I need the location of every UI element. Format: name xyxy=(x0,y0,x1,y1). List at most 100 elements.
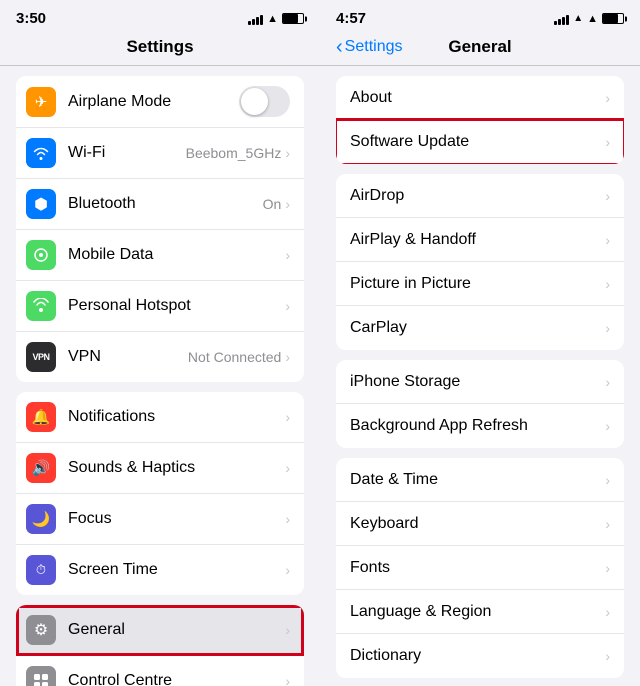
background-refresh-label: Background App Refresh xyxy=(350,417,605,435)
focus-row[interactable]: 🌙 Focus › xyxy=(16,494,304,545)
fonts-chevron: › xyxy=(605,560,610,576)
about-row[interactable]: About › xyxy=(336,76,624,120)
sounds-chevron: › xyxy=(285,460,290,476)
general-label: General xyxy=(68,621,285,639)
sounds-icon: 🔊 xyxy=(26,453,56,483)
left-phone-panel: 3:50 ▲ Settings ✈ Airplane Mode xyxy=(0,0,320,686)
sounds-row[interactable]: 🔊 Sounds & Haptics › xyxy=(16,443,304,494)
general-list[interactable]: About › Software Update › AirDrop › AirP… xyxy=(320,66,640,686)
connectivity-general-group: AirDrop › AirPlay & Handoff › Picture in… xyxy=(336,174,624,350)
connectivity-group: ✈ Airplane Mode Wi-Fi Beebom_5GHz › xyxy=(16,76,304,382)
wifi-value: Beebom_5GHz xyxy=(186,145,282,161)
general-icon: ⚙ xyxy=(26,615,56,645)
carplay-chevron: › xyxy=(605,320,610,336)
storage-group: iPhone Storage › Background App Refresh … xyxy=(336,360,624,448)
picture-row[interactable]: Picture in Picture › xyxy=(336,262,624,306)
right-battery-icon xyxy=(602,13,624,24)
vpn-value: Not Connected xyxy=(188,349,281,365)
airplane-label: Airplane Mode xyxy=(68,93,239,111)
back-label[interactable]: Settings xyxy=(345,38,403,56)
dictionary-row[interactable]: Dictionary › xyxy=(336,634,624,678)
wifi-label: Wi-Fi xyxy=(68,144,186,162)
bluetooth-label: Bluetooth xyxy=(68,195,263,213)
iphone-storage-label: iPhone Storage xyxy=(350,373,605,391)
notifications-chevron: › xyxy=(285,409,290,425)
system-group: 🔔 Notifications › 🔊 Sounds & Haptics › 🌙… xyxy=(16,392,304,595)
general-chevron: › xyxy=(285,622,290,638)
vpn-label: VPN xyxy=(68,348,188,366)
general-row[interactable]: ⚙ General › xyxy=(16,605,304,656)
hotspot-label: Personal Hotspot xyxy=(68,297,285,315)
back-chevron-icon: ‹ xyxy=(336,37,343,57)
screentime-chevron: › xyxy=(285,562,290,578)
back-button[interactable]: ‹ Settings xyxy=(336,37,402,57)
software-update-label: Software Update xyxy=(350,133,605,151)
airplay-label: AirPlay & Handoff xyxy=(350,231,605,249)
background-refresh-row[interactable]: Background App Refresh › xyxy=(336,404,624,448)
notifications-label: Notifications xyxy=(68,408,285,426)
wifi-row[interactable]: Wi-Fi Beebom_5GHz › xyxy=(16,128,304,179)
right-status-icons: ▲ ▲ xyxy=(554,13,624,25)
signal-icon xyxy=(248,13,263,25)
vpn-row[interactable]: VPN VPN Not Connected › xyxy=(16,332,304,382)
language-row[interactable]: Language & Region › xyxy=(336,590,624,634)
airplane-mode-row[interactable]: ✈ Airplane Mode xyxy=(16,76,304,128)
software-update-row[interactable]: Software Update › xyxy=(336,120,624,164)
focus-chevron: › xyxy=(285,511,290,527)
right-phone-panel: 4:57 ▲ ▲ ‹ Settings General About xyxy=(320,0,640,686)
language-chevron: › xyxy=(605,604,610,620)
notifications-row[interactable]: 🔔 Notifications › xyxy=(16,392,304,443)
locale-group: Date & Time › Keyboard › Fonts › Languag… xyxy=(336,458,624,678)
left-time: 3:50 xyxy=(16,10,46,27)
screentime-icon: ⏱ xyxy=(26,555,56,585)
airdrop-row[interactable]: AirDrop › xyxy=(336,174,624,218)
keyboard-row[interactable]: Keyboard › xyxy=(336,502,624,546)
bluetooth-value: On xyxy=(263,196,282,212)
mobile-data-label: Mobile Data xyxy=(68,246,285,264)
battery-icon xyxy=(282,13,304,24)
left-nav-title: Settings xyxy=(126,37,193,56)
general-nav-bar: ‹ Settings General xyxy=(320,33,640,66)
bluetooth-icon: ⬢ xyxy=(26,189,56,219)
vpn-chevron: › xyxy=(285,349,290,365)
fonts-label: Fonts xyxy=(350,559,605,577)
notifications-icon: 🔔 xyxy=(26,402,56,432)
info-group: About › Software Update › xyxy=(336,76,624,164)
bluetooth-chevron: › xyxy=(285,196,290,212)
bluetooth-row[interactable]: ⬢ Bluetooth On › xyxy=(16,179,304,230)
controlcentre-row[interactable]: Control Centre › xyxy=(16,656,304,686)
settings-list[interactable]: ✈ Airplane Mode Wi-Fi Beebom_5GHz › xyxy=(0,66,320,686)
airplane-toggle[interactable] xyxy=(239,86,290,117)
airplane-icon: ✈ xyxy=(26,87,56,117)
mobile-data-row[interactable]: Mobile Data › xyxy=(16,230,304,281)
iphone-storage-row[interactable]: iPhone Storage › xyxy=(336,360,624,404)
software-update-chevron: › xyxy=(605,134,610,150)
right-wifi-icon: ▲ xyxy=(587,13,598,25)
hotspot-chevron: › xyxy=(285,298,290,314)
right-signal-icon xyxy=(554,13,569,25)
screentime-label: Screen Time xyxy=(68,561,285,579)
airplay-row[interactable]: AirPlay & Handoff › xyxy=(336,218,624,262)
controlcentre-chevron: › xyxy=(285,673,290,686)
iphone-storage-chevron: › xyxy=(605,374,610,390)
personal-hotspot-row[interactable]: Personal Hotspot › xyxy=(16,281,304,332)
carplay-label: CarPlay xyxy=(350,319,605,337)
controlcentre-label: Control Centre xyxy=(68,672,285,686)
fonts-row[interactable]: Fonts › xyxy=(336,546,624,590)
controlcentre-icon xyxy=(26,666,56,686)
dictionary-label: Dictionary xyxy=(350,647,605,665)
right-status-bar: 4:57 ▲ ▲ xyxy=(320,0,640,33)
background-refresh-chevron: › xyxy=(605,418,610,434)
general-group: ⚙ General › Control Centre › xyxy=(16,605,304,686)
keyboard-chevron: › xyxy=(605,516,610,532)
focus-label: Focus xyxy=(68,510,285,528)
mobile-data-chevron: › xyxy=(285,247,290,263)
screentime-row[interactable]: ⏱ Screen Time › xyxy=(16,545,304,595)
datetime-row[interactable]: Date & Time › xyxy=(336,458,624,502)
carplay-row[interactable]: CarPlay › xyxy=(336,306,624,350)
wifi-status-icon: ▲ xyxy=(267,13,278,25)
datetime-label: Date & Time xyxy=(350,471,605,489)
airplay-chevron: › xyxy=(605,232,610,248)
language-label: Language & Region xyxy=(350,603,605,621)
left-status-bar: 3:50 ▲ xyxy=(0,0,320,33)
